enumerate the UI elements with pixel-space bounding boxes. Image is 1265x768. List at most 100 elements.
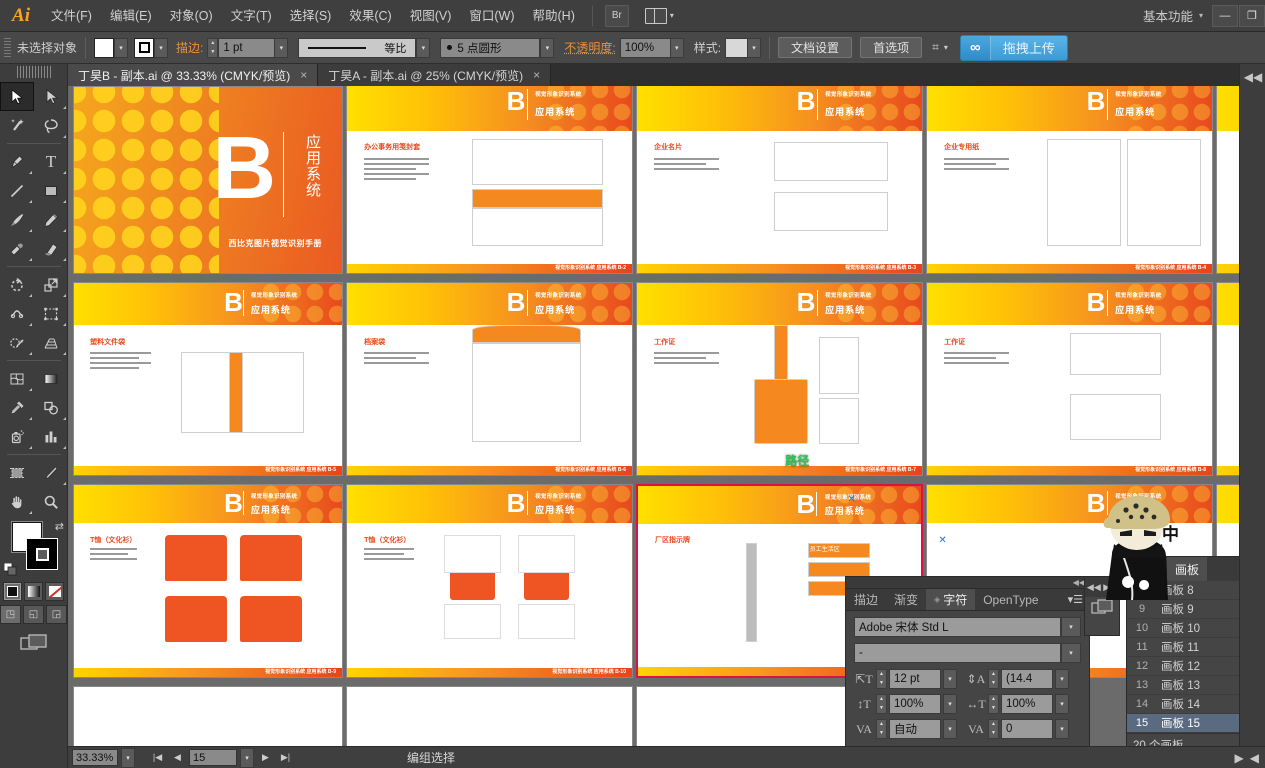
opacity-combo[interactable]: 100% ▾ xyxy=(619,37,684,58)
artboard-6[interactable]: B 视觉形象识别系统 应用系统 塑料文件袋 视觉形象识别系统 应用系统 B-5 xyxy=(73,282,343,476)
mini-dock-nav[interactable]: ◀◀ ▶▶ xyxy=(1085,577,1119,597)
mesh-tool[interactable] xyxy=(0,364,34,393)
gradient-tool[interactable] xyxy=(34,364,68,393)
menu-type[interactable]: 文字(T) xyxy=(222,0,281,32)
horizontal-scale-value[interactable]: 100% xyxy=(1001,694,1053,714)
next-artboard-icon[interactable]: ▶ xyxy=(257,749,274,766)
leading-caret-icon[interactable]: ▾ xyxy=(1055,669,1069,689)
first-artboard-icon[interactable]: |◀ xyxy=(149,749,166,766)
font-size-field[interactable]: ⇱T ▲ ▼ 12 pt ▾ xyxy=(854,669,958,689)
close-icon[interactable]: × xyxy=(533,68,540,82)
menu-edit[interactable]: 编辑(E) xyxy=(101,0,161,32)
artboard-11[interactable]: B 视觉形象识别系统 应用系统 T恤（文化衫） 视觉形象识别系统 应用系统 B-… xyxy=(73,484,343,678)
kerning-caret-icon[interactable]: ▾ xyxy=(943,719,957,739)
horizontal-scale-field[interactable]: ↔T ▲ ▼ 100% ▾ xyxy=(966,694,1070,714)
last-artboard-icon[interactable]: ▶| xyxy=(277,749,294,766)
artboard-number-caret-icon[interactable]: ▾ xyxy=(240,747,254,768)
stroke-color-box[interactable] xyxy=(26,538,58,570)
stroke-profile-preview[interactable]: 等比 xyxy=(298,37,417,58)
arrange-documents-button[interactable]: ▾ xyxy=(644,7,674,24)
menu-file[interactable]: 文件(F) xyxy=(42,0,101,32)
slice-tool[interactable] xyxy=(34,458,68,487)
status-scroll-left-icon[interactable]: ◀ xyxy=(1250,751,1259,765)
artboard-8[interactable]: B 视觉形象识别系统 应用系统 工作证 视觉形象识别系统 应用系统 B-7 路径 xyxy=(636,282,923,476)
default-fill-stroke-icon[interactable] xyxy=(3,562,17,576)
screen-mode-small-icon[interactable] xyxy=(1091,599,1113,620)
tab-character[interactable]: ◈ 字符 xyxy=(926,589,976,610)
tab-gradient[interactable]: 渐变 xyxy=(886,589,927,610)
line-segment-tool[interactable] xyxy=(0,176,34,205)
rotate-tool[interactable] xyxy=(0,270,34,299)
bridge-icon[interactable]: Br xyxy=(604,4,629,27)
pencil-tool[interactable] xyxy=(34,205,68,234)
artboard-number-value[interactable]: 15 xyxy=(189,749,237,766)
stroke-weight-stepper[interactable]: ▲ ▼ xyxy=(207,37,219,58)
zoom-level-value[interactable]: 33.33% xyxy=(72,749,118,766)
restore-button[interactable]: ❐ xyxy=(1239,4,1265,27)
column-graph-tool[interactable] xyxy=(34,422,68,451)
leading-stepper[interactable]: ▲ ▼ xyxy=(988,669,999,689)
opacity-label[interactable]: 不透明度: xyxy=(564,39,615,56)
font-family-caret-icon[interactable]: ▾ xyxy=(1061,617,1081,637)
eraser-tool[interactable] xyxy=(34,234,68,263)
transform-icon[interactable]: ⌗ xyxy=(932,40,939,55)
brush-definition-preview[interactable]: 5 点圆形 xyxy=(440,37,541,58)
eyedropper-tool[interactable] xyxy=(0,393,34,422)
width-tool[interactable] xyxy=(0,299,34,328)
kerning-stepper[interactable]: ▲ ▼ xyxy=(876,719,887,739)
status-menu-icon[interactable]: ▶ xyxy=(1235,751,1244,765)
swap-fill-stroke-icon[interactable]: ⇄ xyxy=(55,520,64,533)
tracking-field[interactable]: VA ▲ ▼ 0 ▾ xyxy=(966,719,1070,739)
prev-artboard-icon[interactable]: ◀ xyxy=(169,749,186,766)
symbol-sprayer-tool[interactable] xyxy=(0,422,34,451)
screen-mode-button[interactable] xyxy=(19,632,49,654)
vertical-scale-value[interactable]: 100% xyxy=(889,694,941,714)
tab-stroke[interactable]: 描边 xyxy=(846,589,887,610)
menu-window[interactable]: 窗口(W) xyxy=(460,0,523,32)
type-tool[interactable]: T xyxy=(34,147,68,176)
tracking-caret-icon[interactable]: ▾ xyxy=(1055,719,1069,739)
brush-definition-combo[interactable]: 5 点圆形 ▾ xyxy=(440,37,555,58)
stroke-weight-value[interactable]: 1 pt xyxy=(218,37,275,58)
artboard-3[interactable]: B 视觉形象识别系统 应用系统 企业名片 视觉形象识别系统 应用系统 B-3 xyxy=(636,86,923,274)
vertical-scale-caret-icon[interactable]: ▾ xyxy=(943,694,957,714)
document-tab-1[interactable]: 丁昊B - 副本.ai @ 33.33% (CMYK/预览) × xyxy=(68,64,319,86)
stroke-weight-caret-icon[interactable]: ▾ xyxy=(274,37,289,58)
tools-panel-grip[interactable] xyxy=(16,66,51,78)
close-icon[interactable]: × xyxy=(300,68,307,82)
tab-opentype[interactable]: OpenType xyxy=(975,589,1047,610)
graphic-style-swatch[interactable] xyxy=(725,37,748,58)
opacity-value[interactable]: 100% xyxy=(619,37,670,58)
font-size-value[interactable]: 12 pt xyxy=(889,669,941,689)
zoom-tool[interactable] xyxy=(34,487,68,516)
perspective-grid-tool[interactable] xyxy=(34,328,68,357)
menu-view[interactable]: 视图(V) xyxy=(401,0,461,32)
selection-tool[interactable] xyxy=(0,82,34,111)
paintbrush-tool[interactable] xyxy=(0,205,34,234)
character-panel-collapse-bar[interactable]: ◀◀ xyxy=(845,576,1090,588)
draw-normal-button[interactable]: ◳ xyxy=(0,605,21,624)
font-family-combo[interactable]: Adobe 宋体 Std L ▾ xyxy=(854,617,1081,637)
workspace-caret-icon[interactable]: ▾ xyxy=(1199,11,1203,20)
zoom-level-caret-icon[interactable]: ▾ xyxy=(121,747,135,768)
menu-object[interactable]: 对象(O) xyxy=(161,0,222,32)
scale-tool[interactable] xyxy=(34,270,68,299)
stroke-swatch[interactable] xyxy=(134,37,155,58)
kerning-value[interactable]: 自动 xyxy=(889,719,941,739)
minimize-button[interactable]: — xyxy=(1212,4,1238,27)
dock-collapse-icon[interactable]: ◀◀ xyxy=(1240,64,1265,90)
vertical-scale-stepper[interactable]: ▲ ▼ xyxy=(876,694,887,714)
magic-wand-tool[interactable] xyxy=(0,111,34,140)
opacity-caret-icon[interactable]: ▾ xyxy=(669,37,684,58)
draw-inside-button[interactable]: ◲ xyxy=(46,605,67,624)
shape-builder-tool[interactable] xyxy=(0,328,34,357)
vertical-scale-field[interactable]: ↕T ▲ ▼ 100% ▾ xyxy=(854,694,958,714)
rectangle-tool[interactable] xyxy=(34,176,68,205)
stroke-profile-combo[interactable]: 等比 ▾ xyxy=(298,37,431,58)
horizontal-scale-caret-icon[interactable]: ▾ xyxy=(1055,694,1069,714)
font-size-stepper[interactable]: ▲ ▼ xyxy=(876,669,887,689)
artboard-2[interactable]: B 视觉形象识别系统 应用系统 办公事务用笺封套 视觉形象识别系统 应用系统 B… xyxy=(346,86,633,274)
graphic-style-caret-icon[interactable]: ▾ xyxy=(747,37,762,58)
font-style-combo[interactable]: - ▾ xyxy=(854,643,1081,663)
tracking-value[interactable]: 0 xyxy=(1001,719,1053,739)
